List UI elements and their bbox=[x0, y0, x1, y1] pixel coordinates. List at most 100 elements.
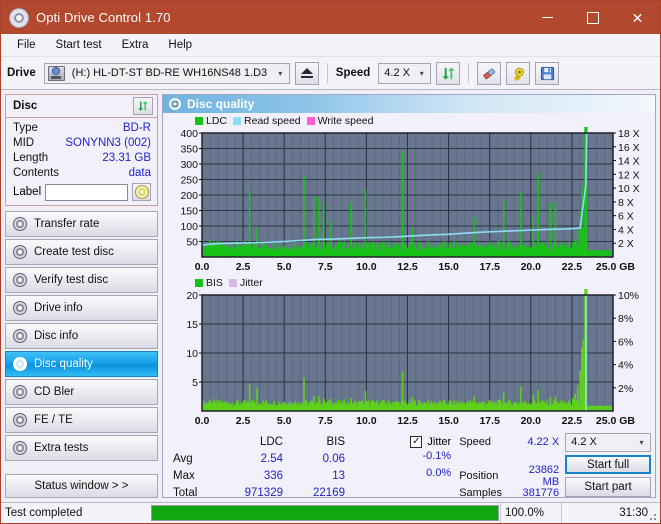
disc-row-contents: Contents data bbox=[13, 166, 151, 181]
samples-row: Samples 381776 bbox=[453, 484, 565, 501]
charts-area: LDC Read speed Write speed 5010015020025… bbox=[163, 113, 655, 429]
start-part-button[interactable]: Start part bbox=[565, 477, 651, 497]
legend-swatch-jitter bbox=[229, 279, 237, 287]
sidebar-item-transfer-rate[interactable]: Transfer rate bbox=[5, 211, 158, 237]
svg-text:250: 250 bbox=[180, 175, 198, 187]
app-window: Opti Drive Control 1.70 ✕ File Start tes… bbox=[0, 0, 661, 524]
sidebar-item-extra-tests[interactable]: Extra tests bbox=[5, 435, 158, 461]
window-title: Opti Drive Control 1.70 bbox=[36, 10, 171, 25]
drive-select[interactable]: (H:) HL-DT-ST BD-RE WH16NS48 1.D3 ▾ bbox=[44, 63, 290, 84]
plug-icon bbox=[511, 66, 526, 81]
menu-file[interactable]: File bbox=[9, 36, 44, 54]
stats-bis-avg: 0.06 bbox=[283, 453, 345, 465]
stats-ldc-max: 336 bbox=[221, 470, 283, 482]
sidebar-item-create-test-disc[interactable]: Create test disc bbox=[5, 239, 158, 265]
disc-row-contents-value: data bbox=[129, 166, 151, 181]
disc-info-box: Disc Type BD-R MID SONY bbox=[5, 94, 158, 206]
eject-button[interactable] bbox=[295, 62, 319, 85]
svg-text:20.0: 20.0 bbox=[521, 261, 542, 273]
speed-select-value: 4.2 X bbox=[379, 67, 413, 79]
disc-row-type-key: Type bbox=[13, 121, 38, 136]
legend-label-jitter: Jitter bbox=[240, 277, 263, 289]
legend-swatch-read-speed bbox=[233, 117, 241, 125]
svg-text:350: 350 bbox=[180, 144, 198, 156]
sidebar-spacer bbox=[5, 464, 158, 471]
svg-text:5.0: 5.0 bbox=[277, 415, 292, 427]
menu-extra[interactable]: Extra bbox=[114, 36, 157, 54]
tools-button[interactable] bbox=[506, 62, 530, 85]
sidebar-item-drive-info[interactable]: Drive info bbox=[5, 295, 158, 321]
sidebar-item-label: Extra tests bbox=[34, 442, 88, 454]
legend-bis: BIS bbox=[195, 277, 223, 289]
svg-text:100: 100 bbox=[180, 221, 198, 233]
progress-bar-fill bbox=[152, 506, 498, 520]
save-button[interactable] bbox=[535, 62, 559, 85]
resize-grip-icon[interactable] bbox=[649, 512, 658, 521]
sidebar-item-disc-info[interactable]: Disc info bbox=[5, 323, 158, 349]
maximize-button[interactable] bbox=[570, 1, 615, 34]
disc-row-type: Type BD-R bbox=[13, 121, 151, 136]
disc-row-mid-key: MID bbox=[13, 136, 34, 151]
sidebar-item-cd-bler[interactable]: CD Bler bbox=[5, 379, 158, 405]
stats-row-avg: Avg 2.54 0.06 bbox=[167, 450, 345, 467]
disc-label-button[interactable] bbox=[132, 183, 151, 201]
disc-row-type-value: BD-R bbox=[123, 121, 151, 136]
stats-col-bis: BIS bbox=[283, 436, 345, 448]
ldc-plot: 501001502002503003504002 X4 X6 X8 X10 X1… bbox=[165, 127, 653, 275]
svg-text:7.5: 7.5 bbox=[318, 415, 333, 427]
elapsed-time: 31:30 bbox=[561, 503, 660, 523]
stats-bis-total: 22169 bbox=[283, 487, 345, 499]
chevron-down-icon: ▾ bbox=[272, 69, 289, 78]
stats-header-row: LDC BIS bbox=[167, 433, 345, 450]
speed-select[interactable]: 4.2 X ▾ bbox=[378, 63, 431, 84]
sidebar-item-label: Disc info bbox=[34, 330, 78, 342]
minimize-button[interactable] bbox=[525, 1, 570, 34]
svg-text:10.0: 10.0 bbox=[356, 261, 377, 273]
svg-text:12.5: 12.5 bbox=[397, 415, 418, 427]
erase-button[interactable] bbox=[477, 62, 501, 85]
sidebar-item-verify-test-disc[interactable]: Verify test disc bbox=[5, 267, 158, 293]
legend-read-speed: Read speed bbox=[233, 115, 301, 127]
sidebar-item-disc-quality[interactable]: Disc quality bbox=[5, 351, 158, 377]
test-speed-select[interactable]: 4.2 X ▾ bbox=[565, 433, 651, 452]
menu-start-test[interactable]: Start test bbox=[48, 36, 110, 54]
close-button[interactable]: ✕ bbox=[615, 1, 660, 34]
panel-header: Disc quality bbox=[163, 95, 655, 113]
sidebar: Disc Type BD-R MID SONY bbox=[5, 94, 158, 498]
disc-icon bbox=[13, 441, 27, 455]
svg-text:2.5: 2.5 bbox=[236, 261, 251, 273]
svg-text:8 X: 8 X bbox=[618, 197, 634, 209]
svg-text:50: 50 bbox=[186, 237, 198, 249]
sidebar-item-fe-te[interactable]: FE / TE bbox=[5, 407, 158, 433]
disc-refresh-button[interactable] bbox=[133, 97, 153, 115]
status-window-button[interactable]: Status window > > bbox=[5, 474, 158, 498]
svg-text:200: 200 bbox=[180, 190, 198, 202]
svg-text:2%: 2% bbox=[618, 383, 633, 395]
menu-help[interactable]: Help bbox=[160, 36, 200, 54]
sidebar-item-label: Disc quality bbox=[34, 358, 93, 370]
legend-label-read-speed: Read speed bbox=[244, 115, 301, 127]
toolbar-divider-1 bbox=[327, 63, 328, 83]
svg-text:15: 15 bbox=[186, 319, 198, 331]
disc-icon bbox=[13, 217, 27, 231]
start-full-button[interactable]: Start full bbox=[565, 455, 651, 475]
svg-text:4 X: 4 X bbox=[618, 224, 634, 236]
jitter-checkbox[interactable]: ✓ bbox=[410, 436, 422, 448]
bis-chart-legend: BIS Jitter bbox=[165, 277, 653, 289]
toolbar: Drive (H:) HL-DT-ST BD-RE WH16NS48 1.D3 … bbox=[1, 57, 660, 90]
legend-jitter: Jitter bbox=[229, 277, 263, 289]
disc-row-mid-value: SONYNN3 (002) bbox=[65, 136, 151, 151]
disc-icon bbox=[13, 301, 27, 315]
stats-row-label-avg: Avg bbox=[167, 453, 221, 465]
menu-bar: File Start test Extra Help bbox=[1, 34, 660, 57]
legend-label-bis: BIS bbox=[206, 277, 223, 289]
disc-label-input[interactable] bbox=[45, 184, 128, 201]
svg-text:25.0 GB: 25.0 GB bbox=[596, 261, 636, 273]
svg-text:2 X: 2 X bbox=[618, 238, 634, 250]
disc-label-key: Label bbox=[13, 186, 41, 198]
content-panel: Disc quality LDC Read speed bbox=[162, 94, 656, 498]
position-value: 23862 MB bbox=[517, 464, 565, 488]
cd-disc-icon bbox=[136, 186, 148, 198]
refresh-button[interactable] bbox=[436, 62, 460, 85]
legend-write-speed: Write speed bbox=[307, 115, 374, 127]
